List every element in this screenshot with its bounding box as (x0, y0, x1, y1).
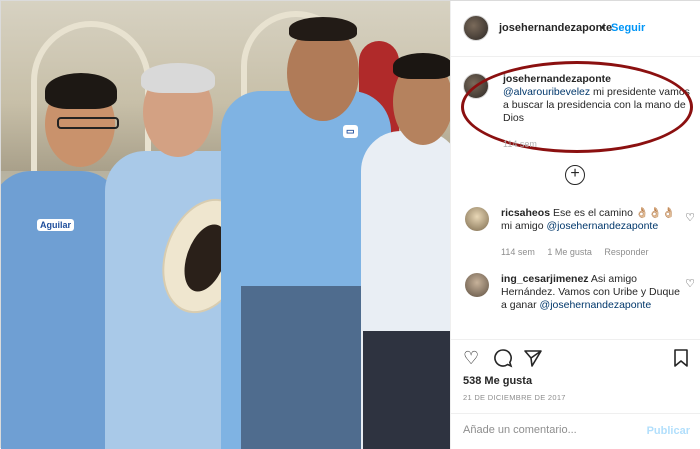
author-avatar[interactable] (463, 15, 489, 41)
commenter-avatar[interactable] (465, 207, 489, 231)
comment-time: 114 sem (501, 247, 535, 257)
post-photo[interactable]: Aguilar ▭ (1, 1, 450, 449)
bookmark-icon[interactable] (673, 348, 689, 372)
author-username[interactable]: josehernandezaponte (499, 22, 612, 34)
publish-button[interactable]: Publicar (647, 425, 690, 437)
post-header: josehernandezaponte • Seguir (451, 1, 700, 57)
comment-like-heart-icon[interactable]: ♡ (685, 211, 695, 224)
post-side-panel: josehernandezaponte • Seguir josehernand… (450, 1, 700, 449)
post-actions-bar: ♡ (451, 339, 700, 377)
likes-count[interactable]: 538 Me gusta (463, 375, 532, 387)
load-more-comments-icon[interactable]: + (565, 165, 585, 185)
comment-input[interactable] (463, 424, 643, 436)
comment-text-block: ing_cesarjimenez Asi amigo Hernández. Va… (501, 273, 681, 312)
follow-button[interactable]: Seguir (611, 22, 645, 34)
caption-timestamp: 114 sem (503, 139, 537, 149)
separator-dot: • (601, 22, 605, 34)
comment-mention-link[interactable]: @josehernandezaponte (540, 299, 652, 311)
comment-item: ing_cesarjimenez Asi amigo Hernández. Va… (465, 273, 695, 333)
share-icon[interactable] (523, 348, 543, 372)
add-comment-bar: Publicar (451, 413, 700, 449)
comment-text-block: ricsaheos Ese es el camino 👌🏼👌🏼👌🏼 mi ami… (501, 207, 681, 233)
post-date: 21 DE DICIEMBRE DE 2017 (463, 393, 566, 402)
comment-mention-link[interactable]: @josehernandezaponte (547, 220, 659, 232)
shirt-name-badge: Aguilar (37, 219, 75, 231)
comment-author[interactable]: ricsaheos (501, 207, 550, 219)
photo-lapel-pin: ▭ (343, 125, 358, 138)
comment-item: ricsaheos Ese es el camino 👌🏼👌🏼👌🏼 mi ami… (465, 207, 695, 263)
comment-reply-button[interactable]: Responder (604, 247, 648, 257)
heart-icon[interactable]: ♡ (463, 348, 479, 368)
comment-icon[interactable] (493, 348, 513, 372)
comment-author[interactable]: ing_cesarjimenez (501, 273, 589, 285)
commenter-avatar[interactable] (465, 273, 489, 297)
instagram-post: Aguilar ▭ josehernandezaponte • Seguir j… (0, 0, 700, 449)
comment-meta: 114 sem 1 Me gusta Responder (501, 247, 658, 257)
comment-likes[interactable]: 1 Me gusta (547, 247, 592, 257)
comment-like-heart-icon[interactable]: ♡ (685, 277, 695, 290)
highlight-oval-annotation (461, 61, 693, 153)
